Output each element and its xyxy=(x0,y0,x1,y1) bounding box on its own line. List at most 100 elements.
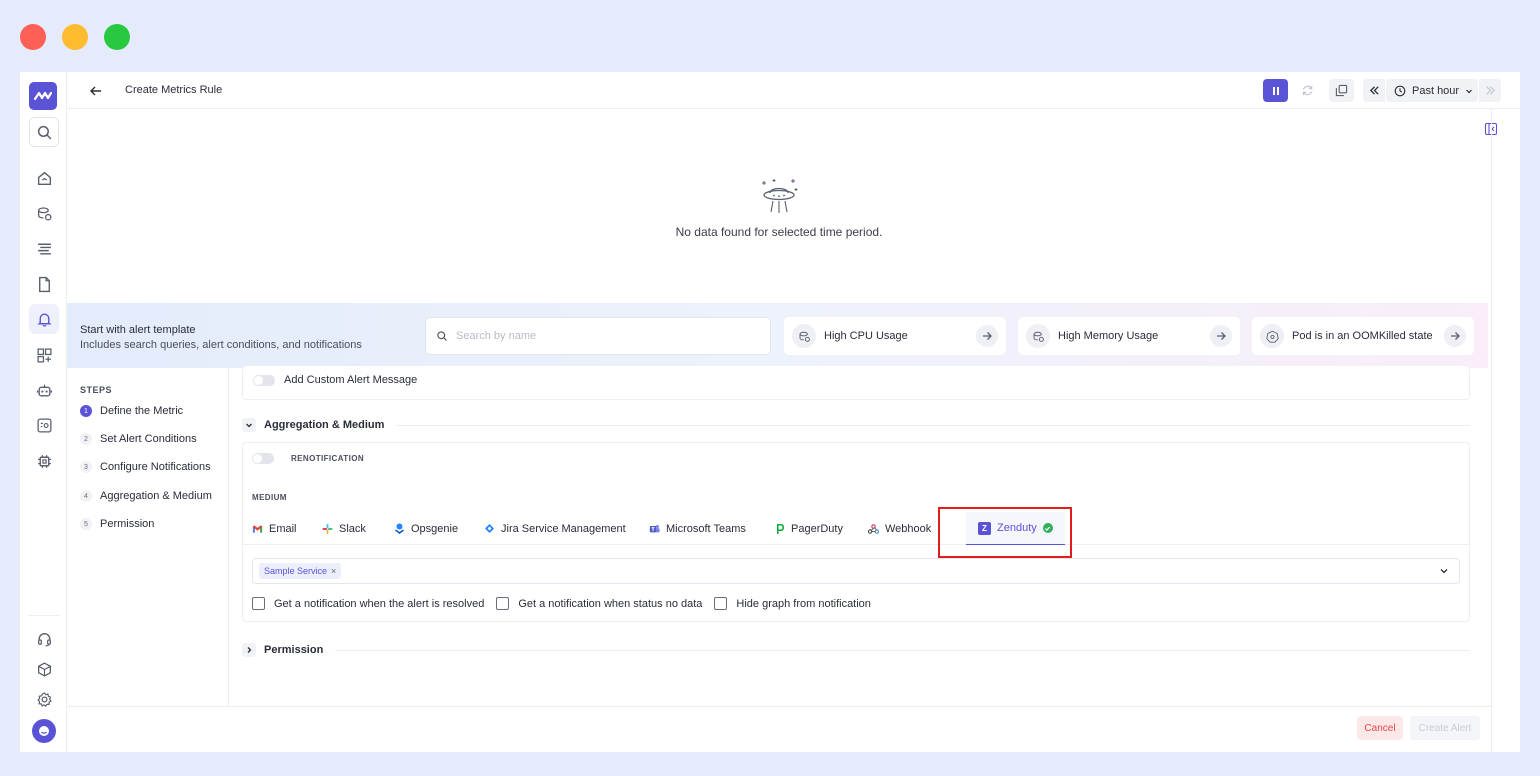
checkbox-label: Get a notification when the alert is res… xyxy=(274,597,485,610)
package-icon xyxy=(37,661,51,677)
duplicate-button[interactable] xyxy=(1329,79,1354,102)
template-card-cpu[interactable]: High CPU Usage xyxy=(784,317,1006,355)
search-button[interactable] xyxy=(29,117,59,147)
sidebar-item-reports[interactable] xyxy=(29,269,59,299)
app-window: Create Metrics Rule Past hour No data fo… xyxy=(20,72,1520,752)
chevron-right-icon xyxy=(242,643,256,657)
custom-message-label: Add Custom Alert Message xyxy=(284,374,418,386)
tab-jira[interactable]: Jira Service Management xyxy=(484,512,626,545)
right-panel-divider xyxy=(1491,109,1492,752)
chip-icon xyxy=(37,454,51,468)
sidebar-item-installation[interactable] xyxy=(29,654,59,684)
step-configure-notifications[interactable]: 3 Configure Notifications xyxy=(80,459,211,475)
sidebar-item-ai-assistant[interactable] xyxy=(29,375,59,405)
renotification-toggle[interactable] xyxy=(252,453,274,464)
create-alert-button[interactable]: Create Alert xyxy=(1410,716,1480,740)
sidebar-item-integrations[interactable] xyxy=(29,446,59,476)
refresh-icon xyxy=(1302,85,1313,96)
aggregation-section-header[interactable]: Aggregation & Medium xyxy=(242,418,1470,432)
template-card-memory[interactable]: High Memory Usage xyxy=(1018,317,1240,355)
hide-graph-option[interactable]: Hide graph from notification xyxy=(714,597,871,610)
tab-email[interactable]: Email xyxy=(252,512,297,545)
document-icon xyxy=(38,276,50,292)
permission-section-header[interactable]: Permission xyxy=(242,643,1470,657)
zenduty-icon: Z xyxy=(978,521,991,535)
step-permission[interactable]: 5 Permission xyxy=(80,516,154,532)
hide-graph-checkbox[interactable] xyxy=(714,597,728,610)
sidebar-item-support[interactable] xyxy=(29,624,59,654)
aggregation-section-title: Aggregation & Medium xyxy=(264,419,385,431)
step-label: Configure Notifications xyxy=(100,461,211,473)
renotification-label: RENOTIFICATION xyxy=(291,454,365,463)
step-alert-conditions[interactable]: 2 Set Alert Conditions xyxy=(80,431,197,447)
tab-opsgenie[interactable]: Opsgenie xyxy=(394,512,458,545)
chevrons-right-icon xyxy=(1485,86,1495,95)
time-range-select[interactable]: Past hour xyxy=(1386,79,1478,102)
step-define-metric[interactable]: 1 Define the Metric xyxy=(80,403,183,419)
service-multiselect[interactable]: Sample Service × xyxy=(252,558,1460,584)
sidebar-item-dashboards[interactable] xyxy=(29,340,59,370)
time-back-button[interactable] xyxy=(1363,79,1385,102)
checkbox-label: Hide graph from notification xyxy=(736,597,871,610)
sidebar-item-users[interactable] xyxy=(29,410,59,440)
pause-button[interactable] xyxy=(1263,79,1288,102)
tab-label: Microsoft Teams xyxy=(666,522,746,535)
steps-heading: STEPS xyxy=(80,385,113,395)
resolved-checkbox[interactable] xyxy=(252,597,265,610)
slack-icon xyxy=(322,523,333,534)
tab-label: Opsgenie xyxy=(411,522,459,535)
refresh-button[interactable] xyxy=(1295,79,1320,102)
step-number: 2 xyxy=(80,433,92,445)
template-card-oomkilled[interactable]: Pod is in an OOMKilled state xyxy=(1252,317,1474,355)
no-data-notification-option[interactable]: Get a notification when status no data xyxy=(496,597,702,610)
search-icon xyxy=(437,331,447,341)
teams-icon xyxy=(649,523,660,534)
tab-webhook[interactable]: Webhook xyxy=(868,512,931,545)
app-logo[interactable] xyxy=(29,82,57,110)
pagerduty-icon xyxy=(774,523,785,534)
template-card-label: High CPU Usage xyxy=(824,330,908,342)
chevron-down-icon xyxy=(1466,89,1473,93)
template-search-input[interactable] xyxy=(456,330,756,342)
time-range-label: Past hour xyxy=(1412,84,1460,97)
close-window-dot[interactable] xyxy=(20,24,46,50)
template-search[interactable] xyxy=(425,317,771,355)
home-icon xyxy=(37,171,51,185)
sidebar-item-logs[interactable] xyxy=(29,233,59,263)
step-number: 1 xyxy=(80,405,92,417)
maximize-window-dot[interactable] xyxy=(104,24,130,50)
tab-pagerduty[interactable]: PagerDuty xyxy=(774,512,843,545)
gmail-icon xyxy=(252,523,263,534)
logo-icon xyxy=(34,91,52,101)
step-label: Set Alert Conditions xyxy=(100,433,197,445)
tab-zenduty[interactable]: Z Zenduty xyxy=(966,512,1065,545)
memory-icon xyxy=(1026,324,1050,348)
tab-slack[interactable]: Slack xyxy=(322,512,366,545)
chevron-down-icon xyxy=(1440,569,1448,574)
back-button[interactable] xyxy=(85,80,107,102)
minimize-window-dot[interactable] xyxy=(62,24,88,50)
step-label: Aggregation & Medium xyxy=(100,490,212,502)
sidebar-item-settings[interactable] xyxy=(29,684,59,714)
close-icon[interactable]: × xyxy=(331,566,336,576)
tab-microsoft-teams[interactable]: Microsoft Teams xyxy=(649,512,746,545)
service-chip-label: Sample Service xyxy=(264,566,328,576)
tab-label: Slack xyxy=(339,522,366,535)
tab-label: Jira Service Management xyxy=(501,522,626,535)
custom-message-toggle[interactable] xyxy=(253,374,275,386)
no-data-checkbox[interactable] xyxy=(496,597,510,610)
ufo-icon xyxy=(758,176,800,218)
time-forward-button[interactable] xyxy=(1479,79,1501,102)
kubernetes-icon xyxy=(1260,324,1284,348)
sidebar-item-alerts[interactable] xyxy=(29,304,59,334)
copy-icon xyxy=(1335,84,1348,97)
logs-icon xyxy=(37,243,51,255)
step-aggregation-medium[interactable]: 4 Aggregation & Medium xyxy=(80,488,212,504)
resolved-notification-option[interactable]: Get a notification when the alert is res… xyxy=(252,597,484,610)
sidebar-item-home[interactable] xyxy=(29,163,59,193)
custom-message-row: Add Custom Alert Message xyxy=(253,374,417,386)
sidebar-item-infrastructure[interactable] xyxy=(29,198,59,228)
user-avatar[interactable] xyxy=(32,719,56,743)
cpu-chip-icon xyxy=(792,324,816,348)
cancel-button[interactable]: Cancel xyxy=(1357,716,1403,740)
